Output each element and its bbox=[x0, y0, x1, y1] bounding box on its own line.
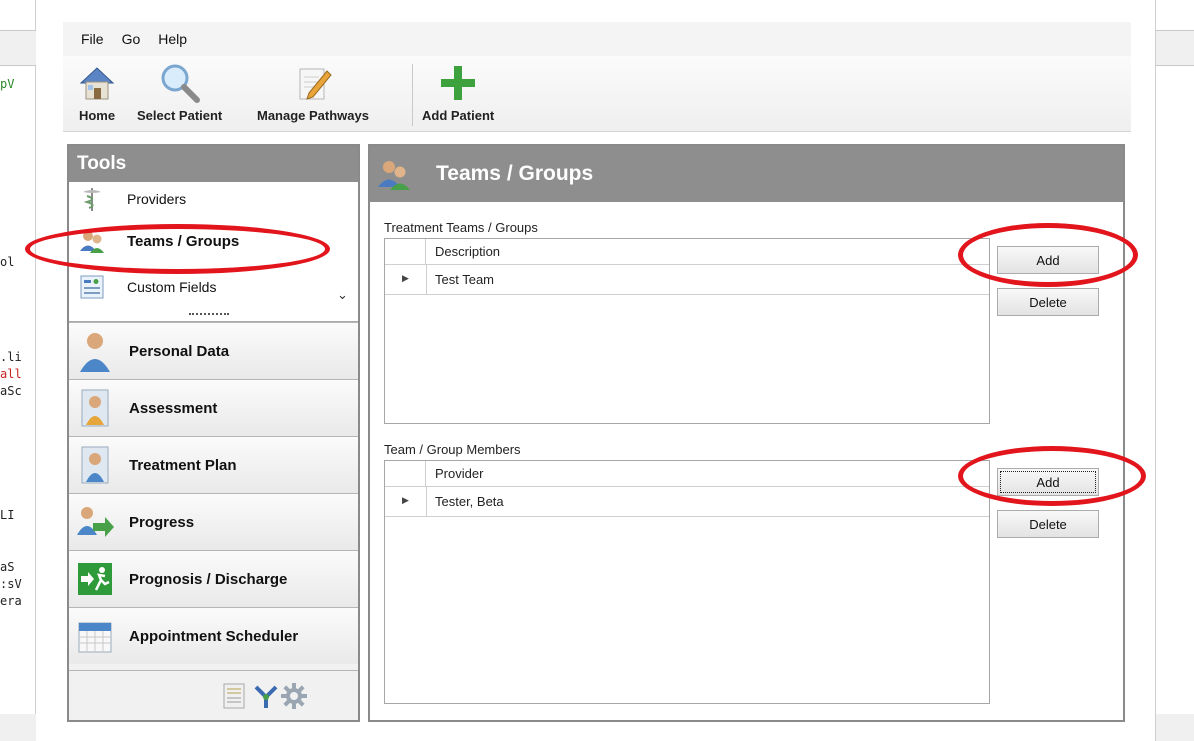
menu-go[interactable]: Go bbox=[122, 31, 141, 47]
tool-item-custom-fields[interactable]: Custom Fields bbox=[69, 272, 339, 302]
tools-footer bbox=[69, 670, 358, 720]
tool-item-teams-groups[interactable]: Teams / Groups bbox=[69, 226, 339, 256]
content-panel: Teams / Groups Treatment Teams / Groups … bbox=[368, 144, 1125, 722]
nav-appointment-scheduler[interactable]: Appointment Scheduler bbox=[69, 607, 358, 664]
chevron-down-icon[interactable]: ⌄ bbox=[337, 288, 348, 303]
code-line: :sV bbox=[0, 577, 22, 591]
page-title: Teams / Groups bbox=[436, 162, 594, 185]
home-button[interactable]: Home bbox=[73, 60, 121, 130]
code-line: LI bbox=[0, 508, 15, 522]
team-description-cell[interactable]: Test Team bbox=[435, 272, 494, 287]
add-patient-button[interactable]: Add Patient bbox=[422, 60, 494, 130]
row-selector-icon: ▶ bbox=[402, 496, 409, 506]
document-pencil-icon bbox=[289, 60, 337, 106]
delete-team-button[interactable]: Delete bbox=[997, 288, 1099, 316]
members-section-label: Team / Group Members bbox=[384, 442, 521, 457]
tools-list: Providers Teams / Groups Custom Fields ⌄ bbox=[69, 182, 358, 322]
row-header-corner bbox=[385, 461, 426, 486]
settings-gear-icon[interactable] bbox=[279, 681, 309, 711]
add-patient-label: Add Patient bbox=[422, 108, 495, 123]
background-statusbar bbox=[0, 714, 36, 741]
select-patient-button[interactable]: Select Patient bbox=[137, 60, 222, 130]
table-row[interactable]: ▶ Test Team bbox=[385, 265, 989, 295]
nav-assessment[interactable]: Assessment bbox=[69, 379, 358, 436]
tools-panel: Tools Providers Teams / Groups Custom Fi… bbox=[67, 144, 360, 722]
code-line: aSc bbox=[0, 384, 22, 398]
tools-title: Tools bbox=[69, 146, 358, 182]
nav-personal-data[interactable]: Personal Data bbox=[69, 322, 358, 379]
report-icon[interactable] bbox=[219, 681, 249, 711]
splitter-grip[interactable] bbox=[189, 313, 229, 317]
manage-pathways-button[interactable]: Manage Pathways bbox=[257, 60, 369, 130]
code-line: ol bbox=[0, 255, 15, 269]
background-toolbar bbox=[0, 30, 36, 66]
column-header-provider[interactable]: Provider bbox=[435, 466, 483, 481]
teams-grid[interactable]: Description ▶ Test Team bbox=[384, 238, 990, 424]
nav-label: Prognosis / Discharge bbox=[129, 570, 288, 588]
nav-label: Progress bbox=[129, 513, 195, 531]
teams-section-label: Treatment Teams / Groups bbox=[384, 220, 538, 235]
tool-item-providers[interactable]: Providers bbox=[69, 184, 339, 214]
menu-help[interactable]: Help bbox=[158, 31, 187, 47]
delete-member-button[interactable]: Delete bbox=[997, 510, 1099, 538]
people-group-icon bbox=[376, 156, 412, 192]
nav-label: Assessment bbox=[129, 399, 218, 417]
background-toolbar bbox=[1156, 30, 1194, 66]
caduceus-icon bbox=[79, 186, 105, 212]
app-window: File Go Help Home Select Patient Manage … bbox=[63, 22, 1131, 732]
manage-pathways-label: Manage Pathways bbox=[257, 108, 369, 123]
code-line: aS bbox=[0, 560, 15, 574]
nav-progress[interactable]: Progress bbox=[69, 493, 358, 550]
menu-bar: File Go Help bbox=[63, 22, 1131, 56]
members-grid[interactable]: Provider ▶ Tester, Beta bbox=[384, 460, 990, 704]
member-provider-cell[interactable]: Tester, Beta bbox=[435, 494, 504, 509]
people-group-icon bbox=[79, 228, 105, 254]
home-label: Home bbox=[78, 108, 116, 123]
magnifier-icon bbox=[156, 60, 204, 106]
code-line: era bbox=[0, 594, 22, 608]
row-header-corner bbox=[385, 239, 426, 264]
progress-arrow-icon bbox=[75, 500, 115, 544]
add-team-button[interactable]: Add bbox=[997, 246, 1099, 274]
grid-header: Description bbox=[385, 239, 989, 265]
assessment-icon bbox=[75, 386, 115, 430]
background-code-editor-left: pV ol .li all aSc LI aS :sV era bbox=[0, 0, 36, 741]
form-fields-icon bbox=[79, 274, 105, 300]
background-statusbar bbox=[1156, 714, 1194, 741]
treatment-plan-icon bbox=[75, 443, 115, 487]
person-icon bbox=[75, 329, 115, 373]
nav-label: Treatment Plan bbox=[129, 456, 237, 474]
code-line: .li bbox=[0, 350, 22, 364]
pathway-icon[interactable] bbox=[251, 681, 281, 711]
toolbar-separator bbox=[412, 64, 413, 126]
row-divider bbox=[426, 265, 427, 294]
calendar-icon bbox=[75, 614, 115, 658]
grid-header: Provider bbox=[385, 461, 989, 487]
tool-item-label: Providers bbox=[127, 191, 187, 207]
exit-icon bbox=[75, 557, 115, 601]
add-member-button[interactable]: Add bbox=[997, 468, 1099, 496]
nav-label: Appointment Scheduler bbox=[129, 627, 299, 645]
house-icon bbox=[73, 60, 121, 106]
nav-treatment-plan[interactable]: Treatment Plan bbox=[69, 436, 358, 493]
column-header-description[interactable]: Description bbox=[435, 244, 500, 259]
select-patient-label: Select Patient bbox=[137, 108, 223, 123]
table-row[interactable]: ▶ Tester, Beta bbox=[385, 487, 989, 517]
row-selector-icon: ▶ bbox=[402, 274, 409, 284]
tool-item-label: Teams / Groups bbox=[127, 232, 240, 250]
code-line: all bbox=[0, 367, 22, 381]
menu-file[interactable]: File bbox=[81, 31, 104, 47]
tool-item-label: Custom Fields bbox=[127, 279, 217, 295]
nav-label: Personal Data bbox=[129, 342, 230, 360]
nav-prognosis-discharge[interactable]: Prognosis / Discharge bbox=[69, 550, 358, 607]
toolbar: Home Select Patient Manage Pathways Add … bbox=[63, 56, 1131, 132]
row-divider bbox=[426, 487, 427, 516]
background-window-right bbox=[1155, 0, 1194, 741]
plus-icon bbox=[434, 60, 482, 106]
code-line: pV bbox=[0, 77, 15, 91]
content-header: Teams / Groups bbox=[370, 146, 1123, 202]
